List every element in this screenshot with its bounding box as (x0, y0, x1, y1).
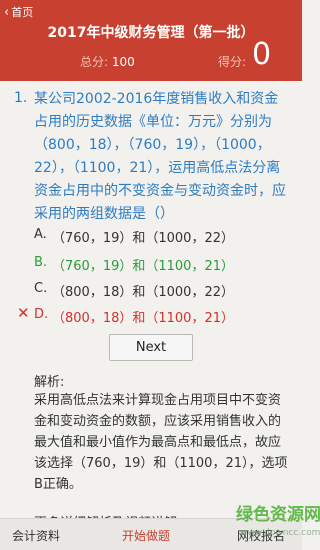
option-c[interactable]: C. （800，18）和（1000，22） (34, 281, 294, 300)
question-text: 某公司2002-2016年度销售收入和资金占用的历史数据《单位：万元》分别为（8… (34, 91, 286, 222)
option-text: （800，18）和（1100，21） (52, 311, 234, 326)
score-label: 得分: (218, 55, 247, 69)
question-number: 1. (14, 90, 28, 106)
option-text: （760，19）和（1100，21） (52, 259, 234, 274)
option-letter: C. (34, 281, 48, 296)
analysis-text: 采用高低点法来计算现金占用项目中不变资金和变动资金的数额，应该采用销售收入的最大… (34, 393, 288, 492)
option-letter: B. (34, 255, 48, 270)
option-text: （800，18）和（1000，22） (52, 285, 234, 300)
option-letter: A. (34, 227, 47, 242)
next-button[interactable]: Next (109, 334, 193, 361)
wrong-answer-icon: ✕ (17, 304, 30, 322)
tab-start-practice[interactable]: 开始做题 (122, 527, 170, 544)
total-score: 总分: 100 (80, 53, 135, 70)
option-d-wrong[interactable]: D. （800，18）和（1100，21） (34, 307, 294, 326)
option-letter: D. (34, 307, 49, 322)
chevron-left-icon: ‹ (4, 4, 10, 20)
total-label: 总分: (80, 55, 109, 69)
tab-accounting-materials[interactable]: 会计资料 (12, 527, 60, 544)
score-value: 0 (252, 37, 272, 72)
bottom-nav: 会计资料 开始做题 网校报名 (0, 518, 302, 550)
analysis-title: 解析: (34, 375, 65, 390)
option-text: （760，19）和（1000，22） (52, 231, 234, 246)
option-a[interactable]: A. （760，19）和（1000，22） (34, 227, 294, 246)
back-label: 首页 (11, 6, 34, 19)
tab-online-school-signup[interactable]: 网校报名 (237, 527, 285, 544)
header-bar: ‹ 首页 2017年中级财务管理（第一批） 总分: 100 得分: 0 (0, 0, 302, 81)
back-button[interactable]: ‹ 首页 (4, 4, 33, 20)
total-value: 100 (111, 55, 135, 69)
option-b-correct[interactable]: B. （760，19）和（1100，21） (34, 255, 294, 274)
